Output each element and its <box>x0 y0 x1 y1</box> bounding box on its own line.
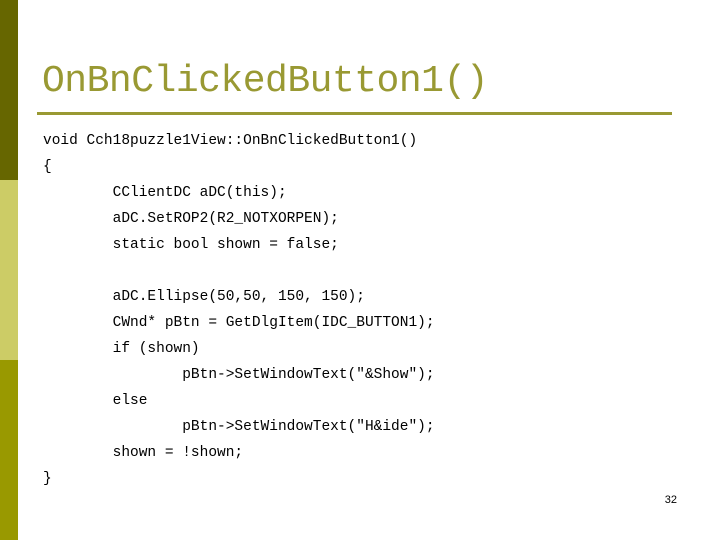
slide: OnBnClickedButton1() void Cch18puzzle1Vi… <box>0 0 720 540</box>
page-number: 32 <box>664 494 677 506</box>
sidebar-band-dark <box>0 0 18 180</box>
code-line: aDC.Ellipse(50,50, 150, 150); <box>43 289 365 305</box>
code-line: aDC.SetROP2(R2_NOTXORPEN); <box>43 211 339 227</box>
code-block: void Cch18puzzle1View::OnBnClickedButton… <box>43 128 435 492</box>
code-line: if (shown) <box>43 341 200 357</box>
slide-title: OnBnClickedButton1() <box>42 60 489 103</box>
code-line: shown = !shown; <box>43 445 244 461</box>
code-line: void Cch18puzzle1View::OnBnClickedButton… <box>43 133 418 149</box>
sidebar-band-medium <box>0 360 18 540</box>
code-line: CClientDC aDC(this); <box>43 185 287 201</box>
code-line: else <box>43 393 148 409</box>
code-line: pBtn->SetWindowText("H&ide"); <box>43 419 435 435</box>
title-underline <box>37 112 672 115</box>
code-line: CWnd* pBtn = GetDlgItem(IDC_BUTTON1); <box>43 315 435 331</box>
code-line: static bool shown = false; <box>43 237 339 253</box>
sidebar-band-light <box>0 180 18 360</box>
code-line: } <box>43 471 52 487</box>
code-line: { <box>43 159 52 175</box>
code-line: pBtn->SetWindowText("&Show"); <box>43 367 435 383</box>
sidebar-accent <box>0 0 18 540</box>
